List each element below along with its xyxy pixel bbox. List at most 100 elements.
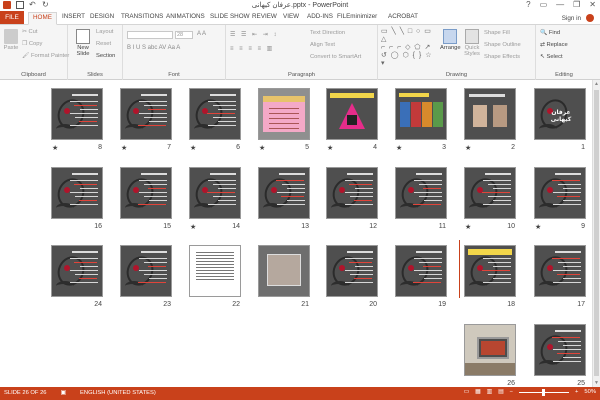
tab-transitions[interactable]: TRANSITIONS (121, 13, 163, 20)
slide-thumbnail[interactable] (464, 324, 516, 376)
paste-button[interactable]: Paste (2, 29, 20, 51)
list-buttons[interactable]: ☰ ☰ ⇤ ⇥ ↕ (230, 31, 278, 38)
sign-in[interactable]: Sign in (562, 14, 594, 22)
transition-star-icon[interactable]: ★ (190, 223, 196, 231)
slide-thumbnail[interactable] (51, 167, 103, 219)
alignment-buttons[interactable]: ≡ ≡ ≡ ≡ ▥ (230, 45, 274, 52)
language[interactable]: ENGLISH (UNITED STATES) (80, 390, 156, 396)
slide-thumbnail[interactable] (258, 245, 310, 297)
slide-thumbnail[interactable] (326, 245, 378, 297)
transition-star-icon[interactable]: ★ (465, 144, 471, 152)
tab-view[interactable]: VIEW (283, 13, 299, 20)
slide-thumbnail[interactable] (189, 88, 241, 140)
slide-thumbnail[interactable] (464, 245, 516, 297)
spellcheck-icon[interactable]: ▣ (61, 390, 66, 396)
shapes-gallery[interactable]: ▭ ╲ ╲ □ ○ ▭ △ ⌐ ⌐ ⌐ ◇ ⬠ ↗ ↺ ◯ ⬡ { } ☆ ▾ (381, 28, 433, 68)
close-icon[interactable]: ✕ (589, 0, 596, 9)
transition-star-icon[interactable]: ★ (259, 144, 265, 152)
normal-view-icon[interactable]: ▭ (464, 389, 469, 395)
slideshow-view-icon[interactable]: ▤ (498, 389, 503, 395)
slide-thumbnail[interactable] (464, 88, 516, 140)
font-group-label: Font (168, 72, 180, 78)
slide-thumbnail[interactable] (534, 245, 586, 297)
minimize-icon[interactable]: — (556, 0, 564, 9)
section-button[interactable]: Section (96, 53, 115, 59)
find-button[interactable]: 🔍 Find (540, 30, 560, 36)
transition-star-icon[interactable]: ★ (396, 144, 402, 152)
smiley-icon[interactable] (586, 14, 594, 22)
slide-thumbnail[interactable] (120, 245, 172, 297)
replace-button[interactable]: ⇄ Replace (540, 42, 568, 48)
slide-thumbnail[interactable] (258, 88, 310, 140)
new-slide-button[interactable]: New Slide (71, 29, 95, 57)
transition-star-icon[interactable]: ★ (52, 144, 58, 152)
slide-thumbnail[interactable] (120, 88, 172, 140)
slide-thumbnail[interactable] (189, 245, 241, 297)
slide-thumbnail[interactable] (120, 167, 172, 219)
tab-review[interactable]: REVIEW (252, 13, 277, 20)
slide-number: 17 (577, 301, 585, 308)
text-line (74, 105, 97, 106)
zoom-in-icon[interactable]: + (575, 389, 578, 395)
grow-shrink-font-buttons[interactable]: A A (197, 31, 206, 37)
tab-file[interactable]: FILE (0, 11, 24, 24)
transition-star-icon[interactable]: ★ (465, 223, 471, 231)
scroll-down-icon[interactable]: ▼ (594, 380, 599, 386)
slide-thumbnail[interactable] (464, 167, 516, 219)
format-painter-button[interactable]: 🖌 Format Painter (22, 53, 69, 59)
shape-outline-button[interactable]: Shape Outline (484, 42, 521, 48)
transition-star-icon[interactable]: ★ (121, 144, 127, 152)
zoom-slider-knob[interactable] (542, 388, 545, 396)
slide-thumbnail[interactable] (395, 88, 447, 140)
font-name-field[interactable] (127, 31, 173, 39)
layout-button[interactable]: Layout (96, 29, 113, 35)
zoom-level[interactable]: 50% (584, 389, 596, 395)
tab-acrobat[interactable]: ACROBAT (388, 13, 418, 20)
restore-icon[interactable]: ❐ (573, 0, 580, 9)
tab-fileminimizer[interactable]: FILEminimizer (337, 13, 377, 20)
copy-button[interactable]: ❐ Copy (22, 41, 42, 47)
select-button[interactable]: ↖ Select (540, 54, 563, 60)
tab-slide-show[interactable]: SLIDE SHOW (210, 13, 250, 20)
reset-button[interactable]: Reset (96, 41, 111, 47)
font-size-field[interactable]: 28 (175, 31, 193, 39)
slide-thumbnail[interactable] (534, 324, 586, 376)
scroll-up-icon[interactable]: ▲ (594, 81, 599, 87)
slide-thumbnail[interactable] (189, 167, 241, 219)
sign-in-link[interactable]: Sign in (562, 15, 581, 22)
slide-thumbnail[interactable] (395, 167, 447, 219)
shape-fill-button[interactable]: Shape Fill (484, 30, 510, 36)
tab-animations[interactable]: ANIMATIONS (166, 13, 205, 20)
tab-design[interactable]: DESIGN (90, 13, 114, 20)
slide-thumbnail[interactable] (326, 167, 378, 219)
zoom-out-icon[interactable]: − (510, 389, 513, 395)
slide-thumbnail[interactable] (395, 245, 447, 297)
font-format-buttons[interactable]: B I U S abc AV Aa A (127, 45, 180, 51)
slide-thumbnail[interactable]: عرفان کیهانی (534, 88, 586, 140)
reading-view-icon[interactable]: ▥ (487, 389, 492, 395)
slide-thumbnail[interactable] (534, 167, 586, 219)
tab-insert[interactable]: INSERT (62, 13, 85, 20)
help-icon[interactable]: ? (526, 0, 530, 9)
convert-smartart-button[interactable]: Convert to SmartArt (310, 54, 361, 60)
ribbon-display-icon[interactable]: ▭ (540, 0, 548, 9)
quick-styles-button[interactable]: Quick Styles (462, 29, 482, 57)
slide-thumbnail[interactable] (51, 88, 103, 140)
tab-home[interactable]: HOME (28, 12, 57, 25)
transition-star-icon[interactable]: ★ (190, 144, 196, 152)
zoom-slider[interactable] (519, 388, 569, 396)
text-direction-button[interactable]: Text Direction (310, 30, 345, 36)
cut-button[interactable]: ✂ Cut (22, 29, 38, 35)
transition-star-icon[interactable]: ★ (327, 144, 333, 152)
slide-thumbnail[interactable] (51, 245, 103, 297)
slide-thumbnail[interactable] (326, 88, 378, 140)
vertical-scrollbar[interactable]: ▲ ▼ (592, 80, 600, 387)
transition-star-icon[interactable]: ★ (535, 223, 541, 231)
slide-thumbnail[interactable] (258, 167, 310, 219)
slide-sorter-view-icon[interactable]: ▦ (475, 389, 480, 395)
arrange-button[interactable]: Arrange (440, 29, 461, 51)
align-text-button[interactable]: Align Text (310, 42, 335, 48)
tab-add-ins[interactable]: ADD-INS (307, 13, 333, 20)
scroll-thumb[interactable] (594, 90, 599, 376)
shape-effects-button[interactable]: Shape Effects (484, 54, 520, 60)
